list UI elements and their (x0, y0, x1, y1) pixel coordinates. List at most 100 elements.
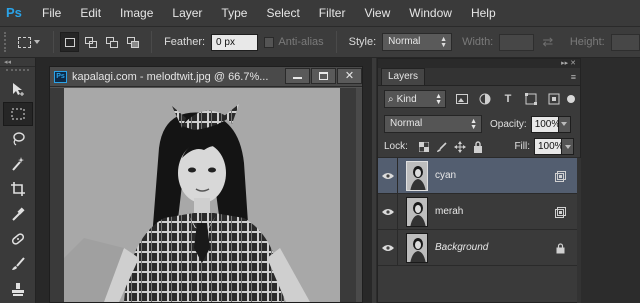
visibility-toggle[interactable] (378, 157, 398, 194)
brush-tool[interactable] (3, 252, 33, 276)
photo-image (64, 88, 340, 302)
layer-name[interactable]: merah (435, 206, 463, 217)
visibility-toggle[interactable] (378, 193, 398, 230)
canvas-scrollbar[interactable] (356, 88, 362, 302)
opacity-dropdown-button[interactable] (558, 115, 571, 133)
lock-image-pixels-icon[interactable] (436, 141, 448, 153)
new-selection-button[interactable] (59, 32, 80, 52)
move-tool[interactable] (3, 77, 33, 101)
add-to-selection-button[interactable] (81, 32, 100, 52)
layer-name[interactable]: cyan (435, 170, 456, 181)
menu-select[interactable]: Select (266, 6, 299, 20)
filter-toggle-icon[interactable] (567, 95, 575, 103)
window-controls: ✕ (284, 67, 362, 87)
marquee-tool[interactable] (3, 102, 33, 126)
collapse-toolbar-icon[interactable]: ◂◂ (0, 58, 35, 67)
height-label: Height: (569, 36, 605, 48)
magic-wand-icon (12, 157, 24, 171)
filter-adjustment-layers-icon[interactable] (478, 92, 492, 106)
layer-name[interactable]: Background (435, 242, 488, 253)
layers-scrollbar[interactable] (577, 158, 581, 303)
filter-shape-layers-icon[interactable] (524, 92, 538, 106)
crop-tool[interactable] (3, 177, 33, 201)
subtract-from-selection-button[interactable] (102, 32, 121, 52)
menu-window[interactable]: Window (409, 6, 452, 20)
layer-row-cyan[interactable]: cyan (378, 157, 580, 194)
document-canvas[interactable] (50, 88, 362, 302)
menu-view[interactable]: View (364, 6, 390, 20)
filter-pixel-layers-icon[interactable] (455, 92, 469, 106)
filter-smart-objects-icon[interactable] (547, 92, 561, 106)
fill-dropdown-button[interactable] (562, 138, 574, 155)
lock-label: Lock: (384, 141, 408, 152)
height-input[interactable] (610, 33, 640, 51)
brush-icon (12, 257, 25, 270)
menu-layer[interactable]: Layer (172, 6, 202, 20)
menu-help[interactable]: Help (471, 6, 496, 20)
move-icon (13, 83, 24, 96)
tab-layers[interactable]: Layers (381, 68, 426, 85)
menu-edit[interactable]: Edit (80, 6, 101, 20)
blend-mode-select[interactable]: Normal ▲ ▼ (384, 115, 482, 133)
search-icon: ⌕ (388, 93, 394, 105)
subtract-selection-icon (106, 36, 119, 48)
panel-menu-icon[interactable]: ≡ (571, 72, 576, 82)
menu-file[interactable]: File (42, 6, 61, 20)
antialias-label: Anti-alias (278, 36, 324, 48)
opacity-input[interactable]: 100% (530, 115, 560, 133)
eyedropper-tool[interactable] (3, 202, 33, 226)
canvas-workspace: Ps kapalagi.com - melodtwit.jpg @ 66.7%.… (37, 58, 372, 303)
layer-thumbnail[interactable] (406, 196, 428, 227)
chevron-down-icon (564, 144, 571, 149)
layer-style-icon[interactable] (554, 206, 566, 218)
menu-type[interactable]: Type (221, 6, 247, 20)
magic-wand-tool[interactable] (3, 152, 33, 176)
lock-icon[interactable] (554, 242, 566, 254)
visibility-toggle[interactable] (378, 229, 398, 266)
toolbar-grip[interactable] (6, 69, 29, 75)
menu-bar: Ps File Edit Image Layer Type Select Fil… (0, 0, 640, 26)
style-select[interactable]: Normal ▲ ▼ (382, 33, 453, 51)
close-button[interactable]: ✕ (337, 67, 362, 84)
lock-position-icon[interactable] (453, 140, 466, 153)
minimize-button[interactable] (285, 67, 310, 84)
options-bar: Feather: 0 px Anti-alias Style: Normal ▲… (0, 26, 640, 58)
fill-input[interactable]: 100% (534, 138, 564, 155)
antialias-checkbox[interactable] (263, 36, 275, 48)
maximize-button[interactable] (311, 67, 336, 84)
menu-filter[interactable]: Filter (319, 6, 346, 20)
swap-dimensions-icon[interactable]: ⇄ (542, 35, 556, 48)
lasso-icon (13, 132, 25, 146)
eye-icon (381, 208, 394, 215)
intersect-selection-button[interactable] (124, 32, 143, 52)
layer-style-icon[interactable] (554, 170, 566, 182)
tool-preset-picker[interactable] (17, 32, 47, 52)
canvas-photo (64, 88, 340, 302)
width-input[interactable] (499, 33, 535, 51)
layer-thumbnail[interactable] (406, 232, 428, 263)
options-grip[interactable] (4, 32, 10, 52)
menu-image[interactable]: Image (120, 6, 153, 20)
document-title-bar[interactable]: Ps kapalagi.com - melodtwit.jpg @ 66.7%.… (50, 67, 362, 87)
layers-panel-header: Layers ≡ (378, 68, 580, 86)
document-title: kapalagi.com - melodtwit.jpg @ 66.7%... (72, 70, 269, 83)
feather-input[interactable]: 0 px (211, 33, 258, 51)
clone-stamp-tool[interactable] (3, 277, 33, 301)
lock-transparent-pixels-icon[interactable] (418, 141, 430, 153)
tools-panel: ◂◂ (0, 58, 36, 303)
marquee-preset-icon (17, 36, 31, 48)
layer-row-merah[interactable]: merah (378, 193, 580, 230)
filter-type-layers-icon[interactable]: T (501, 92, 515, 106)
updown-icon: ▲ ▼ (435, 93, 442, 106)
healing-brush-tool[interactable] (3, 227, 33, 251)
lasso-tool[interactable] (3, 127, 33, 151)
layer-thumbnail[interactable] (406, 160, 428, 191)
crop-icon (11, 182, 25, 196)
blend-row: Normal ▲ ▼ Opacity: 100% (378, 112, 580, 136)
stamp-icon (12, 283, 24, 296)
chevron-down-icon (33, 40, 40, 44)
kind-filter-select[interactable]: ⌕ Kind ▲ ▼ (384, 90, 446, 108)
collapse-panel-icon[interactable]: ▸▸ ✕ (378, 59, 580, 68)
lock-all-icon[interactable] (472, 140, 484, 153)
layer-row-background[interactable]: Background (378, 229, 580, 266)
